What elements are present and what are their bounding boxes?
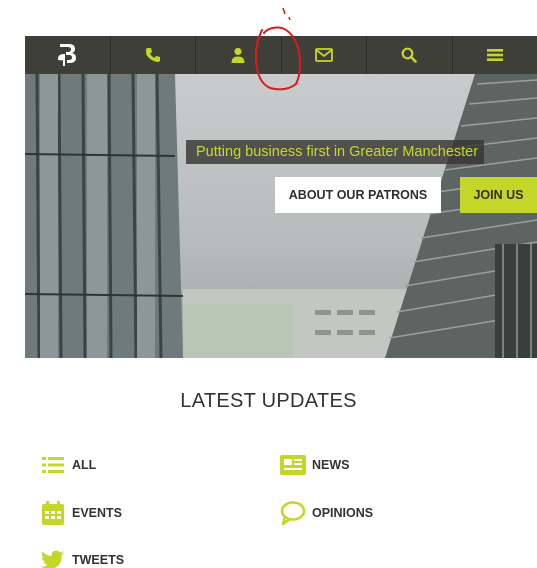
filter-tweets-label: TWEETS [72, 553, 125, 567]
filter-news[interactable]: NEWS [280, 453, 350, 477]
nav-account[interactable] [196, 36, 282, 74]
twitter-icon [40, 548, 66, 568]
hero-background-image [25, 74, 537, 358]
phone-icon [145, 47, 161, 63]
speech-bubble-icon [280, 501, 306, 525]
filter-tweets[interactable]: TWEETS [40, 548, 124, 568]
nav-logo[interactable] [25, 36, 111, 74]
top-nav-bar [25, 36, 537, 74]
search-icon [401, 47, 418, 63]
nav-phone[interactable] [111, 36, 196, 74]
nav-mail[interactable] [282, 36, 367, 74]
filter-events[interactable]: EVENTS [40, 501, 122, 525]
filter-news-label: NEWS [312, 458, 350, 472]
filter-all[interactable]: ALL [40, 453, 96, 477]
latest-updates-heading: LATEST UPDATES [180, 390, 357, 412]
hero-banner: Putting business first in Greater Manche… [25, 74, 537, 358]
filter-opinions[interactable]: OPINIONS [280, 501, 373, 525]
nav-search[interactable] [367, 36, 453, 74]
hero-tagline: Putting business first in Greater Manche… [186, 140, 485, 164]
logo-icon [55, 42, 79, 68]
join-us-button[interactable]: JOIN US [460, 177, 537, 213]
list-icon [40, 453, 66, 477]
about-patrons-button[interactable]: ABOUT OUR PATRONS [275, 177, 441, 213]
filter-opinions-label: OPINIONS [312, 506, 374, 520]
nav-menu[interactable] [453, 36, 537, 74]
calendar-icon [40, 501, 66, 525]
filter-events-label: EVENTS [72, 506, 123, 520]
mail-icon [314, 48, 333, 62]
filter-all-label: ALL [72, 458, 97, 472]
newspaper-icon [280, 453, 306, 477]
menu-icon [486, 48, 503, 62]
page: Putting business first in Greater Manche… [0, 0, 537, 568]
user-icon [230, 47, 246, 64]
